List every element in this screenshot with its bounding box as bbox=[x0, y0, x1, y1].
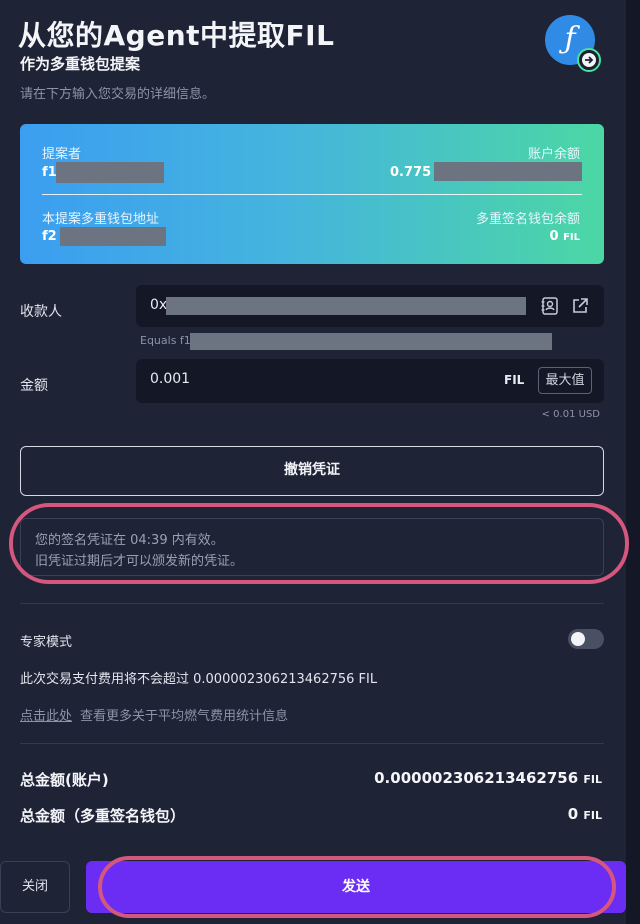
gas-stats-description: 查看更多关于平均燃气费用统计信息 bbox=[80, 709, 289, 724]
max-fee-text: 此次交易支付费用将不会超过 0.000002306213462756 FIL bbox=[20, 672, 378, 687]
redacted-msig-address bbox=[60, 227, 166, 246]
amount-unit: FIL bbox=[504, 373, 525, 387]
msig-balance: 0 FIL bbox=[549, 229, 580, 244]
redacted-equivalent bbox=[190, 333, 552, 350]
notice-highlight bbox=[9, 503, 629, 584]
amount-label: 金额 bbox=[20, 378, 48, 394]
total-account-unit: FIL bbox=[583, 773, 602, 786]
totals-divider bbox=[20, 743, 604, 744]
recipient-label: 收款人 bbox=[20, 304, 62, 320]
amount-input[interactable]: 0.001 FIL 最大值 bbox=[136, 359, 604, 403]
page-title: 从您的Agent中提取FIL bbox=[18, 19, 335, 52]
revoke-credential-button[interactable]: 撤销凭证 bbox=[20, 446, 604, 496]
balance-label: 账户余额 bbox=[527, 147, 580, 162]
address-book-icon[interactable] bbox=[540, 296, 560, 320]
redacted-proposer bbox=[56, 162, 164, 183]
msig-address-label: 本提案多重钱包地址 bbox=[42, 212, 160, 227]
msig-address-value: f2 bbox=[42, 229, 57, 244]
total-msig-label: 总金额（多重签名钱包） bbox=[20, 807, 186, 825]
total-msig: 0 FIL bbox=[568, 805, 602, 823]
total-account-value: 0.000002306213462756 bbox=[374, 769, 579, 787]
arrow-right-icon bbox=[577, 48, 601, 72]
msig-balance-unit: FIL bbox=[563, 232, 580, 243]
account-summary-card: 提案者 f1 账户余额 0.775 本提案多重钱包地址 f2 多重签名钱包余额 … bbox=[20, 124, 604, 264]
total-account-label: 总金额(账户) bbox=[20, 771, 109, 789]
external-link-icon[interactable] bbox=[570, 296, 590, 320]
usd-estimate: < 0.01 USD bbox=[541, 409, 600, 420]
redacted-recipient bbox=[166, 297, 526, 315]
send-highlight bbox=[98, 856, 616, 918]
redacted-balance bbox=[434, 162, 582, 181]
msig-balance-value: 0 bbox=[549, 229, 559, 244]
max-amount-button[interactable]: 最大值 bbox=[538, 367, 592, 394]
close-button[interactable]: 关闭 bbox=[0, 861, 70, 913]
recipient-equivalent: Equals f1 bbox=[140, 334, 191, 347]
instructions-text: 请在下方输入您交易的详细信息。 bbox=[20, 87, 216, 102]
total-msig-unit: FIL bbox=[583, 809, 602, 822]
proposer-value: f1 bbox=[42, 165, 57, 180]
recipient-value: 0x bbox=[150, 297, 168, 313]
section-divider bbox=[20, 603, 604, 604]
expert-mode-label: 专家模式 bbox=[20, 635, 73, 650]
msig-balance-label: 多重签名钱包余额 bbox=[475, 212, 580, 227]
card-divider bbox=[42, 194, 582, 195]
toggle-knob bbox=[571, 632, 585, 646]
total-msig-value: 0 bbox=[567, 805, 579, 823]
balance-value: 0.775 bbox=[390, 165, 432, 180]
scroll-track bbox=[626, 0, 640, 924]
recipient-input[interactable]: 0x bbox=[136, 285, 604, 327]
gas-stats-link[interactable]: 点击此处 bbox=[20, 705, 72, 724]
proposer-label: 提案者 bbox=[42, 147, 82, 162]
expert-mode-toggle[interactable] bbox=[568, 629, 604, 649]
page-subtitle: 作为多重钱包提案 bbox=[20, 55, 141, 73]
amount-value: 0.001 bbox=[150, 371, 191, 387]
total-account: 0.000002306213462756 FIL bbox=[374, 769, 602, 787]
